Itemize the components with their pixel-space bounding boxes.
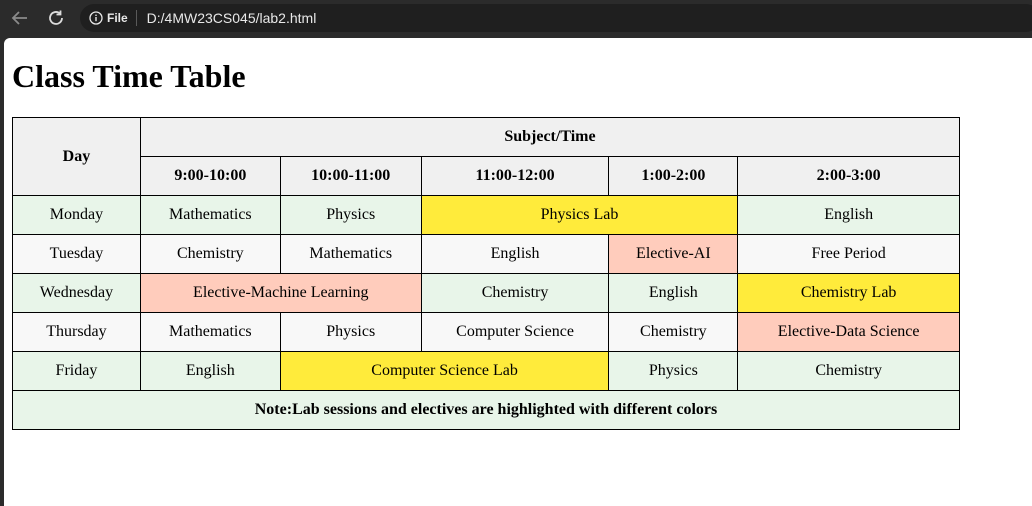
subject-time-header: Subject/Time xyxy=(139,117,961,157)
time-slot-header: 10:00-11:00 xyxy=(279,156,422,196)
subject-cell: English xyxy=(608,273,739,313)
site-info-label: File xyxy=(107,11,128,25)
subject-cell: Chemistry xyxy=(737,351,960,391)
day-cell: Thursday xyxy=(12,312,141,352)
time-slot-header: 1:00-2:00 xyxy=(608,156,739,196)
subject-cell: Computer Science xyxy=(420,312,610,352)
page-title: Class Time Table xyxy=(12,58,246,94)
table-row: Friday English Computer Science Lab Phys… xyxy=(12,351,960,391)
subject-cell: Chemistry xyxy=(608,312,739,352)
subject-cell: English xyxy=(420,234,610,274)
url-text[interactable]: D:/4MW23CS045/lab2.html xyxy=(147,10,317,26)
time-slot-header: 11:00-12:00 xyxy=(420,156,610,196)
back-arrow-icon[interactable] xyxy=(8,6,32,30)
subject-cell: Physics xyxy=(279,312,422,352)
header-row: Day Subject/Time xyxy=(12,117,961,196)
subject-cell: Mathematics xyxy=(279,234,422,274)
time-slot-header: 9:00-10:00 xyxy=(139,156,281,196)
lab-cell: Chemistry Lab xyxy=(737,273,960,313)
page-viewport: Class Time Table Day Subject/Time 9:00-1… xyxy=(4,38,1032,506)
address-separator xyxy=(135,10,137,26)
note-row: Note:Lab sessions and electives are high… xyxy=(12,390,960,430)
day-cell: Tuesday xyxy=(12,234,141,274)
browser-toolbar: File D:/4MW23CS045/lab2.html xyxy=(0,0,1032,38)
subject-cell: Mathematics xyxy=(139,312,281,352)
address-bar[interactable]: File D:/4MW23CS045/lab2.html xyxy=(80,4,1032,32)
elective-cell: Elective-Machine Learning xyxy=(139,273,422,313)
table-row: Thursday Mathematics Physics Computer Sc… xyxy=(12,312,960,352)
info-icon xyxy=(89,11,103,25)
note-cell: Note:Lab sessions and electives are high… xyxy=(12,390,960,430)
lab-cell: Computer Science Lab xyxy=(279,351,610,391)
subject-cell: Chemistry xyxy=(420,273,610,313)
timetable: Day Subject/Time 9:00-10:00 10:00-11:00 … xyxy=(12,117,961,430)
table-row: Tuesday Chemistry Mathematics English El… xyxy=(12,234,960,274)
subject-cell: Mathematics xyxy=(139,195,281,235)
subject-cell: English xyxy=(737,195,960,235)
day-cell: Wednesday xyxy=(12,273,141,313)
elective-cell: Elective-Data Science xyxy=(737,312,960,352)
subject-cell: Chemistry xyxy=(139,234,281,274)
subject-cell: Physics xyxy=(279,195,422,235)
reload-icon[interactable] xyxy=(44,6,68,30)
table-row: Monday Mathematics Physics Physics Lab E… xyxy=(12,195,960,235)
elective-cell: Elective-AI xyxy=(608,234,739,274)
subject-cell: Free Period xyxy=(737,234,960,274)
day-cell: Friday xyxy=(12,351,141,391)
day-header: Day xyxy=(12,117,141,196)
table-row: Wednesday Elective-Machine Learning Chem… xyxy=(12,273,960,313)
subject-cell: Physics xyxy=(608,351,739,391)
day-cell: Monday xyxy=(12,195,141,235)
subject-cell: English xyxy=(139,351,281,391)
lab-cell: Physics Lab xyxy=(420,195,739,235)
site-info-button[interactable]: File xyxy=(89,11,128,25)
time-slot-header: 2:00-3:00 xyxy=(737,156,960,196)
time-slot-row: 9:00-10:00 10:00-11:00 11:00-12:00 1:00-… xyxy=(13,156,960,196)
